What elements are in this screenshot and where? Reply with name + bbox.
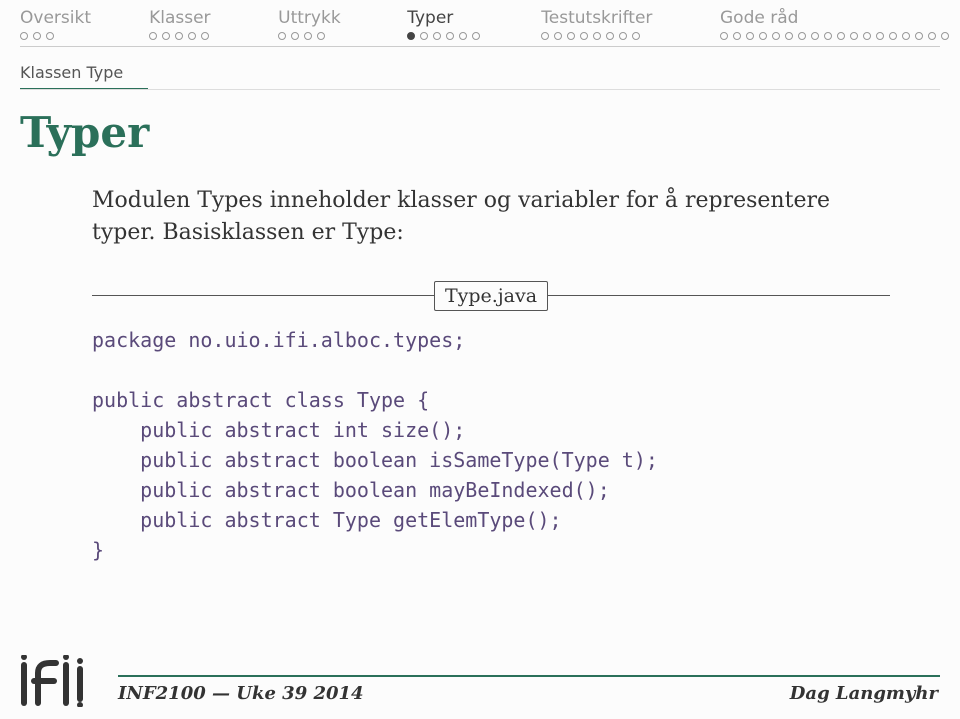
nav-label: Gode råd [720, 8, 798, 32]
rule-left [92, 295, 434, 296]
nav-bar: Oversikt Klasser Uttrykk Typer Testutskrifte… [0, 0, 960, 46]
dot-icon [619, 32, 627, 40]
dot-icon [162, 32, 170, 40]
dot-icon [46, 32, 54, 40]
progress-dots [541, 32, 640, 46]
dot-icon [580, 32, 588, 40]
progress-dots [720, 32, 949, 46]
dot-icon [149, 32, 157, 40]
nav-label: Uttrykk [278, 8, 341, 32]
dot-icon [772, 32, 780, 40]
dot-icon [567, 32, 575, 40]
dot-icon [304, 32, 312, 40]
nav-label: Testutskrifter [541, 8, 652, 32]
dot-icon [863, 32, 871, 40]
nav-item-3[interactable]: Typer [407, 8, 541, 46]
dot-icon [928, 32, 936, 40]
section-underline [20, 88, 940, 90]
section-label: Klassen Type [0, 57, 960, 84]
footer-left: INF2100 — Uke 39 2014 [118, 683, 364, 704]
dot-icon [541, 32, 549, 40]
dot-icon [915, 32, 923, 40]
dot-icon [33, 32, 41, 40]
dot-icon [175, 32, 183, 40]
progress-dots [278, 32, 325, 46]
dot-icon [632, 32, 640, 40]
nav-item-5[interactable]: Gode råd [720, 8, 940, 46]
dot-icon [733, 32, 741, 40]
progress-dots [20, 32, 54, 46]
nav-item-4[interactable]: Testutskrifter [541, 8, 720, 46]
dot-icon [278, 32, 286, 40]
dot-icon [188, 32, 196, 40]
intro-paragraph: Modulen Types inneholder klasser og vari… [92, 185, 890, 249]
footer-line [118, 675, 940, 677]
page-title: Typer [0, 108, 960, 185]
nav-label: Oversikt [20, 8, 91, 32]
nav-item-0[interactable]: Oversikt [20, 8, 149, 46]
dot-icon [472, 32, 480, 40]
code-block: package no.uio.ifi.alboc.types; public a… [92, 325, 890, 565]
dot-icon [593, 32, 601, 40]
dot-icon [446, 32, 454, 40]
dot-icon [606, 32, 614, 40]
dot-icon [876, 32, 884, 40]
dot-icon [459, 32, 467, 40]
body: Modulen Types inneholder klasser og vari… [0, 185, 960, 565]
code-filename: Type.java [434, 281, 548, 311]
dot-icon [798, 32, 806, 40]
dot-icon [759, 32, 767, 40]
progress-dots [149, 32, 209, 46]
progress-dots [407, 32, 480, 46]
dot-icon [554, 32, 562, 40]
nav-item-2[interactable]: Uttrykk [278, 8, 407, 46]
dot-icon [746, 32, 754, 40]
code-filename-row: Type.java [92, 281, 890, 311]
dot-icon [317, 32, 325, 40]
dot-icon [20, 32, 28, 40]
nav-item-1[interactable]: Klasser [149, 8, 278, 46]
nav-label: Klasser [149, 8, 210, 32]
dot-icon [941, 32, 949, 40]
nav-label: Typer [407, 8, 453, 32]
dot-icon [837, 32, 845, 40]
dot-icon [889, 32, 897, 40]
dot-icon [420, 32, 428, 40]
dot-icon [785, 32, 793, 40]
dot-icon [201, 32, 209, 40]
footer-right: Dag Langmyhr [790, 683, 938, 704]
ifi-logo-icon [16, 655, 104, 711]
dot-icon [811, 32, 819, 40]
dot-icon [824, 32, 832, 40]
rule-right [548, 295, 890, 296]
dot-icon [902, 32, 910, 40]
footer: INF2100 — Uke 39 2014 Dag Langmyhr [0, 653, 960, 719]
dot-icon [433, 32, 441, 40]
dot-icon [407, 32, 415, 40]
dot-icon [291, 32, 299, 40]
dot-icon [720, 32, 728, 40]
dot-icon [850, 32, 858, 40]
nav-separator [20, 46, 940, 47]
